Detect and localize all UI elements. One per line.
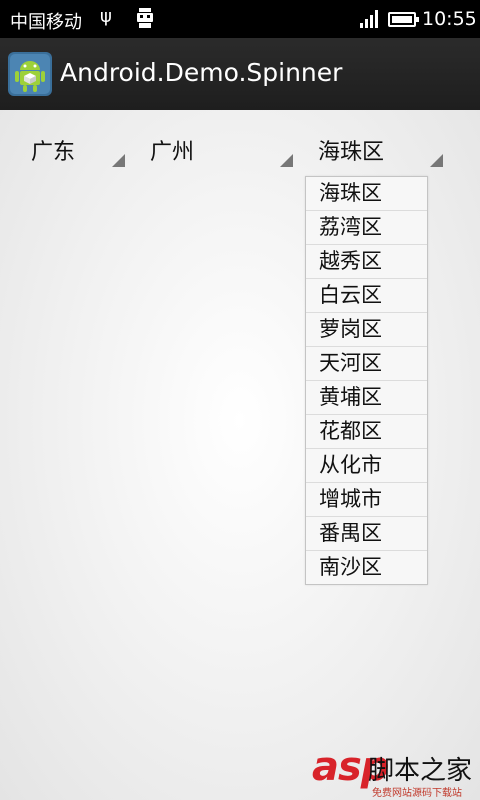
city-spinner-value: 广州 — [150, 140, 195, 165]
dropdown-item[interactable]: 白云区 — [306, 279, 427, 313]
android-debug-icon — [137, 8, 153, 28]
signal-icon — [360, 10, 378, 28]
clock: 10:55 — [422, 8, 477, 30]
action-bar: Android.Demo.Spinner — [0, 38, 480, 112]
dropdown-item[interactable]: 越秀区 — [306, 245, 427, 279]
dropdown-item[interactable]: 增城市 — [306, 483, 427, 517]
province-spinner[interactable]: 广东 — [0, 110, 130, 174]
province-spinner-value: 广东 — [31, 140, 76, 165]
app-title: Android.Demo.Spinner — [60, 58, 343, 87]
watermark-cn: 脚本之家 — [368, 756, 473, 786]
dropdown-item[interactable]: 萝岗区 — [306, 313, 427, 347]
battery-icon — [388, 12, 419, 27]
district-dropdown-list: 海珠区 荔湾区 越秀区 白云区 萝岗区 天河区 黄埔区 花都区 从化市 增城市 … — [305, 176, 428, 585]
dropdown-item[interactable]: 南沙区 — [306, 551, 427, 584]
spinner-arrow-icon — [112, 154, 125, 167]
dropdown-item[interactable]: 海珠区 — [306, 177, 427, 211]
spinner-arrow-icon — [280, 154, 293, 167]
dropdown-item[interactable]: 花都区 — [306, 415, 427, 449]
city-spinner[interactable]: 广州 — [130, 110, 298, 174]
district-spinner-value: 海珠区 — [318, 140, 385, 165]
carrier-label: 中国移动 — [10, 12, 82, 33]
dropdown-item[interactable]: 番禺区 — [306, 517, 427, 551]
dropdown-item[interactable]: 黄埔区 — [306, 381, 427, 415]
dropdown-item[interactable]: 从化市 — [306, 449, 427, 483]
district-spinner[interactable]: 海珠区 — [298, 110, 448, 174]
dropdown-item[interactable]: 天河区 — [306, 347, 427, 381]
dropdown-item[interactable]: 荔湾区 — [306, 211, 427, 245]
usb-icon: ψ — [100, 6, 112, 27]
watermark-logo: asp 脚本之家 免费网站源码下载站 — [308, 740, 480, 800]
watermark-sub: 免费网站源码下载站 — [372, 788, 462, 799]
status-bar: 中国移动 ψ 10:55 — [0, 0, 480, 38]
android-app-icon — [8, 52, 52, 96]
content-area: 广东 广州 海珠区 海珠区 荔湾区 越秀区 白云区 萝岗区 天河区 黄埔区 花都… — [0, 110, 480, 800]
spinner-arrow-icon — [430, 154, 443, 167]
